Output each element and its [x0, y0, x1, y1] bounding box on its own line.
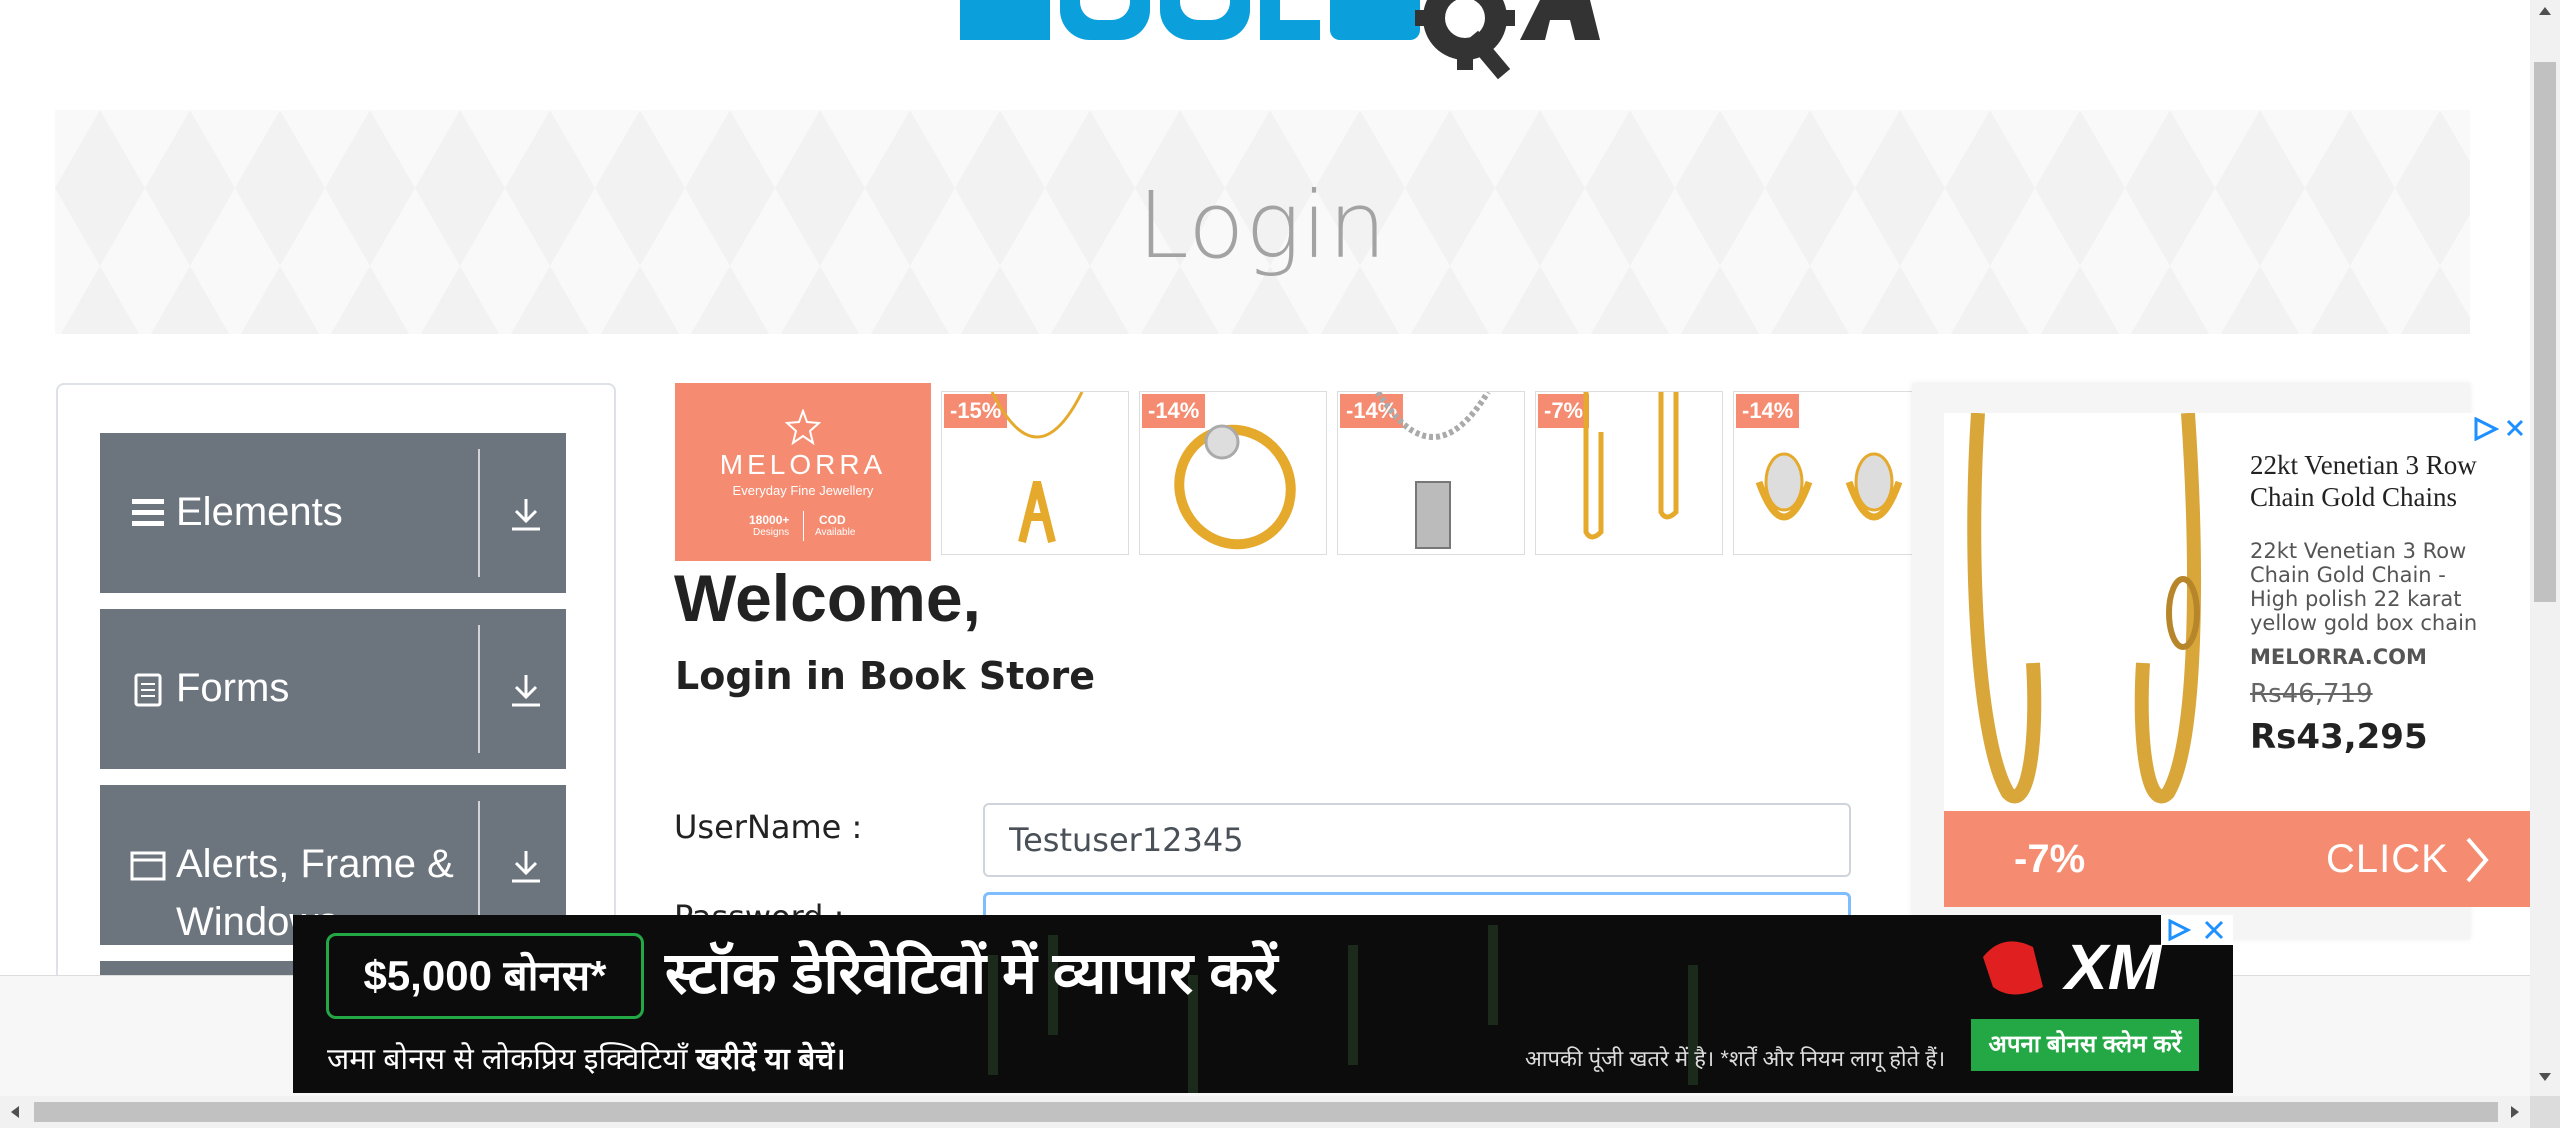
page-banner: Login	[55, 110, 2470, 334]
brand-stat: COD	[819, 513, 846, 527]
bottom-ad-banner[interactable]: $5,000 बोनस* स्टॉक डेरिवेटिवों में व्याप…	[293, 915, 2233, 1093]
pendant-image	[990, 392, 1084, 543]
melorra-brand-tile[interactable]: MELORRA Everyday Fine Jewellery 18000+ D…	[675, 383, 931, 561]
product-tile[interactable]: -14%	[1337, 391, 1525, 555]
product-tile[interactable]: -14%	[1733, 391, 1913, 555]
welcome-heading: Welcome,	[674, 561, 981, 635]
ad-site: MELORRA.COM	[2250, 645, 2427, 669]
ad-subline-bold: खरीदें या बेचें।	[695, 1043, 846, 1076]
adchoices-icon[interactable]	[2472, 417, 2526, 441]
svg-text:XM: XM	[2062, 931, 2163, 1003]
right-ad[interactable]: 22kt Venetian 3 Row Chain Gold Chains 22…	[1912, 383, 2530, 939]
login-subtitle: Login in Book Store	[675, 654, 1095, 698]
ad-subline-text: जमा बोनस से लोकप्रिय इक्विटियाँ	[327, 1043, 696, 1076]
sidebar-group-elements[interactable]: Elements	[100, 433, 566, 593]
vertical-scroll-thumb[interactable]	[2534, 62, 2556, 602]
divider	[478, 801, 480, 929]
horizontal-scroll-thumb[interactable]	[34, 1102, 2498, 1122]
scroll-up-icon[interactable]	[2538, 4, 2552, 18]
vertical-scrollbar[interactable]	[2530, 0, 2560, 1096]
sidebar-group-label: Elements	[176, 490, 343, 534]
claim-bonus-button[interactable]: अपना बोनस क्लेम करें	[1971, 1019, 2199, 1071]
brand-stat: 18000+	[749, 513, 790, 527]
product-ad-strip[interactable]: MELORRA Everyday Fine Jewellery 18000+ D…	[675, 383, 1913, 561]
download-icon[interactable]	[508, 849, 544, 885]
sidebar-group-forms[interactable]: Forms	[100, 609, 566, 769]
scrollbar-corner	[2530, 1096, 2560, 1128]
chain-image	[1583, 392, 1679, 540]
download-icon[interactable]	[508, 673, 544, 709]
ad-headline: स्टॉक डेरिवेटिवों में व्यापार करें	[665, 941, 1278, 1006]
scroll-right-icon[interactable]	[2508, 1104, 2522, 1120]
hamburger-icon	[132, 499, 164, 526]
window-icon	[130, 851, 166, 881]
pendant-image	[1375, 392, 1491, 549]
product-tile[interactable]: -14%	[1139, 391, 1327, 555]
ad-old-price: Rs46,719	[2250, 679, 2373, 709]
ad-subline: जमा बोनस से लोकप्रिय इक्विटियाँ खरीदें य…	[327, 1037, 846, 1078]
product-tile[interactable]: -7%	[1535, 391, 1723, 555]
product-tile[interactable]: -15%	[941, 391, 1129, 555]
username-label: UserName :	[674, 808, 863, 846]
toolsqa-logo[interactable]	[960, 0, 1600, 90]
earrings-image	[1755, 452, 1903, 521]
risk-disclaimer: आपकी पूंजी खतरे में है। *शर्तें और नियम …	[1525, 1046, 1946, 1071]
ad-title[interactable]: 22kt Venetian 3 Row Chain Gold Chains	[2250, 449, 2510, 513]
ad-cta-button[interactable]: -7% CLICK	[1944, 811, 2530, 907]
star-icon	[785, 409, 821, 445]
brand-tagline: Everyday Fine Jewellery	[732, 483, 874, 498]
divider	[478, 625, 480, 753]
download-icon[interactable]	[508, 497, 544, 533]
ad-close-area[interactable]	[2161, 915, 2233, 945]
ad-click-label: CLICK	[2326, 837, 2449, 881]
ring-image	[1174, 424, 1296, 550]
brand-name: MELORRA	[719, 449, 887, 480]
scroll-down-icon[interactable]	[2538, 1070, 2552, 1084]
gold-chain-image	[1967, 413, 2201, 804]
ad-description: 22kt Venetian 3 Row Chain Gold Chain - H…	[2250, 539, 2478, 635]
page-title: Login	[1137, 172, 1388, 279]
document-icon	[134, 673, 162, 707]
adchoices-icon[interactable]	[2167, 919, 2191, 941]
brand-stat-sub: Available	[815, 527, 856, 538]
chevron-right-icon	[2466, 837, 2489, 883]
scroll-left-icon[interactable]	[8, 1104, 22, 1120]
ad-price: Rs43,295	[2250, 717, 2428, 757]
sidebar-group-label: Forms	[176, 666, 290, 710]
close-icon[interactable]	[2203, 919, 2225, 941]
username-field[interactable]	[983, 803, 1851, 877]
bonus-badge: $5,000 बोनस*	[326, 933, 644, 1019]
ad-discount: -7%	[2014, 837, 2086, 881]
horizontal-scrollbar[interactable]	[0, 1096, 2530, 1128]
divider	[478, 449, 480, 577]
brand-stat-sub: Designs	[753, 527, 790, 538]
